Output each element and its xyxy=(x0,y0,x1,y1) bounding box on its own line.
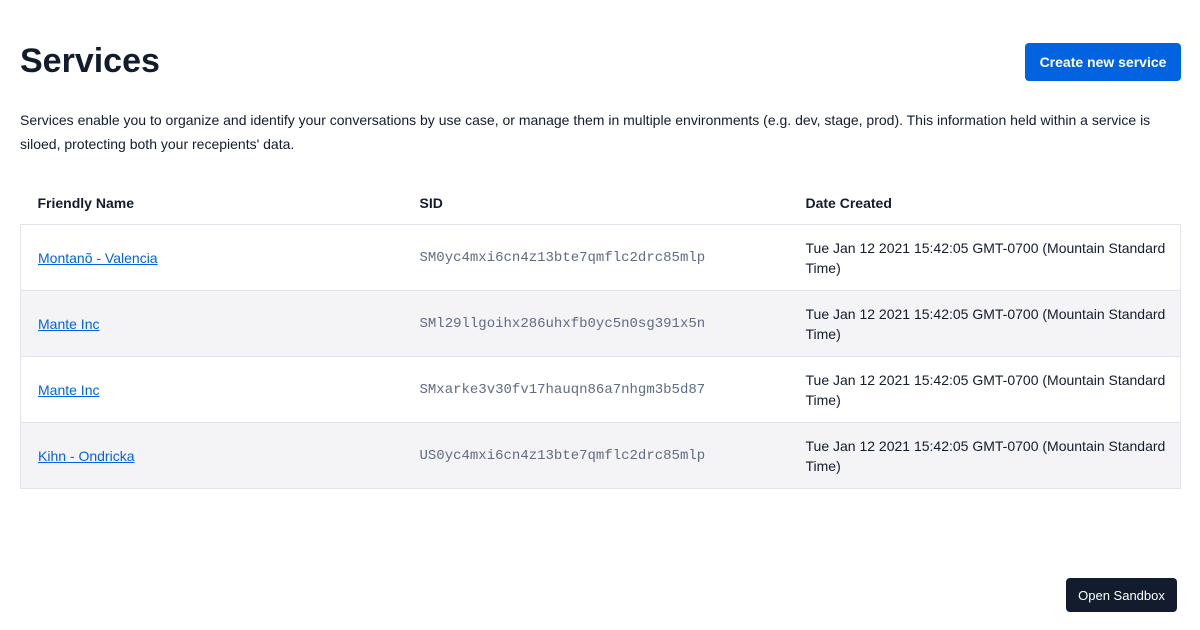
friendly-name-cell: Kihn - Ondricka xyxy=(20,422,403,489)
friendly-name-cell: Mante Inc xyxy=(20,356,403,423)
page-description: Services enable you to organize and iden… xyxy=(20,112,1151,152)
column-header-date-created: Date Created xyxy=(805,195,892,211)
date-created-cell: Tue Jan 12 2021 15:42:05 GMT-0700 (Mount… xyxy=(788,356,1181,423)
create-new-service-button[interactable]: Create new service xyxy=(1025,43,1181,81)
table-row: Kihn - Ondricka US0yc4mxi6cn4z13bte7qmfl… xyxy=(20,422,1181,489)
date-created-cell: Tue Jan 12 2021 15:42:05 GMT-0700 (Mount… xyxy=(788,290,1181,357)
friendly-name-cell: Montanõ - Valencia xyxy=(20,224,403,291)
table-body: Montanõ - Valencia SM0yc4mxi6cn4z13bte7q… xyxy=(20,224,1181,489)
friendly-name-cell: Mante Inc xyxy=(20,290,403,357)
column-header-sid: SID xyxy=(419,195,443,211)
sid-cell: SM0yc4mxi6cn4z13bte7qmflc2drc85mlp xyxy=(402,224,789,291)
sid-cell: SMxarke3v30fv17hauqn86a7nhgm3b5d87 xyxy=(402,356,789,423)
open-sandbox-button[interactable]: Open Sandbox xyxy=(1066,578,1177,612)
service-name-link[interactable]: Montanõ - Valencia xyxy=(38,250,158,266)
date-created-cell: Tue Jan 12 2021 15:42:05 GMT-0700 (Mount… xyxy=(788,422,1181,489)
service-name-link[interactable]: Kihn - Ondricka xyxy=(38,448,134,464)
service-name-link[interactable]: Mante Inc xyxy=(38,382,99,398)
date-created-cell: Tue Jan 12 2021 15:42:05 GMT-0700 (Mount… xyxy=(788,224,1181,291)
services-table: Friendly Name SID Date Created Montanõ -… xyxy=(20,182,1181,489)
service-name-link[interactable]: Mante Inc xyxy=(38,316,99,332)
table-row: Mante Inc SMl29llgoihx286uhxfb0yc5n0sg39… xyxy=(20,290,1181,357)
table-header: Friendly Name SID Date Created xyxy=(21,182,1181,225)
sid-cell: US0yc4mxi6cn4z13bte7qmflc2drc85mlp xyxy=(402,422,789,489)
table-row: Mante Inc SMxarke3v30fv17hauqn86a7nhgm3b… xyxy=(20,356,1181,423)
table-row: Montanõ - Valencia SM0yc4mxi6cn4z13bte7q… xyxy=(20,224,1181,291)
page-title: Services xyxy=(20,42,160,80)
sid-cell: SMl29llgoihx286uhxfb0yc5n0sg391x5n xyxy=(402,290,789,357)
table-header-row: Friendly Name SID Date Created xyxy=(21,182,1181,225)
column-header-friendly-name: Friendly Name xyxy=(37,195,134,211)
